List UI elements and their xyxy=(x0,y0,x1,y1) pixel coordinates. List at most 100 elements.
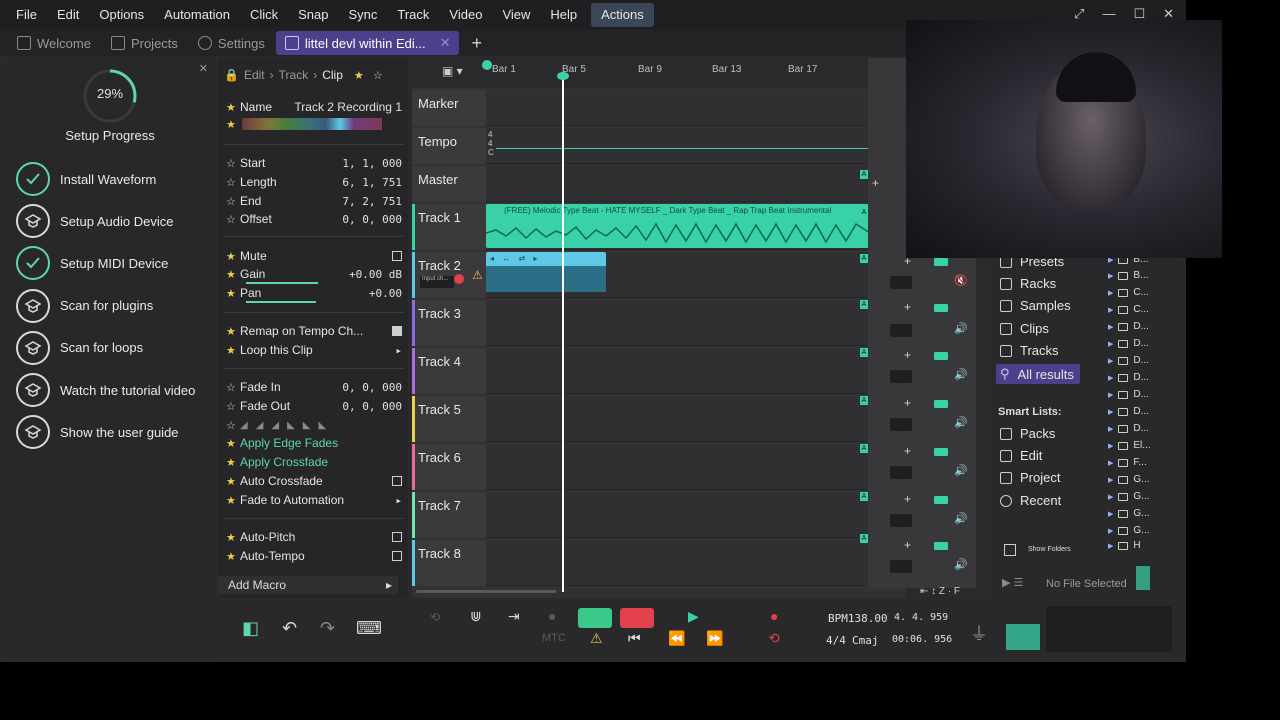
offset-value[interactable]: 0, 0, 000 xyxy=(342,213,402,226)
pan-slider[interactable] xyxy=(246,301,316,303)
track-header-5[interactable]: Track 5 xyxy=(412,396,486,442)
tab-close-icon[interactable]: ✕ xyxy=(440,35,451,51)
track-header-7[interactable]: Track 7 xyxy=(412,492,486,538)
snap-magnet-icon[interactable]: ⋓ xyxy=(470,608,482,625)
file-row[interactable]: ▶ C... xyxy=(1108,287,1149,298)
panel-toggle-icon[interactable]: ◧ xyxy=(242,618,259,639)
automation-a-icon[interactable]: A xyxy=(860,170,868,179)
mtc-label[interactable]: MTC xyxy=(542,632,566,644)
expand-icon[interactable]: ▶ xyxy=(1108,357,1113,365)
fadeout-row[interactable]: ☆ Fade Out 0, 0, 000 xyxy=(226,397,402,415)
plus-icon[interactable]: + xyxy=(904,492,911,506)
automation-a-icon[interactable]: A xyxy=(860,348,868,357)
undo-icon[interactable]: ↶ xyxy=(282,618,297,639)
star-icon[interactable]: ★ xyxy=(226,475,240,488)
plus-icon[interactable]: + xyxy=(872,176,879,190)
loop-row[interactable]: ★ Loop this Clip ▸ xyxy=(226,341,402,359)
lane-track-7[interactable] xyxy=(486,492,880,538)
star-icon[interactable]: ★ xyxy=(226,437,240,450)
expand-icon[interactable]: ▶ xyxy=(1108,289,1113,297)
skip-start-icon[interactable]: ⏮ xyxy=(628,630,641,647)
expand-icon[interactable]: ▶ xyxy=(1108,493,1113,501)
lane-track-4[interactable] xyxy=(486,348,880,394)
star-outline-icon[interactable]: ☆ xyxy=(226,157,240,170)
file-row[interactable]: ▶ D... xyxy=(1108,321,1149,332)
show-folders-checkbox[interactable] xyxy=(1004,544,1016,556)
menu-view[interactable]: View xyxy=(492,0,540,30)
volume-fader[interactable] xyxy=(934,496,948,504)
ruler-menu-icon[interactable]: ▣ ▾ xyxy=(442,64,463,78)
start-value[interactable]: 1, 1, 000 xyxy=(342,157,402,170)
fast-forward-icon[interactable]: ⏩ xyxy=(706,630,723,647)
tab-welcome[interactable]: Welcome xyxy=(8,31,100,55)
mute-speaker-icon[interactable]: 🔇 xyxy=(954,274,968,287)
tab-settings[interactable]: Settings xyxy=(189,31,274,55)
setup-close-icon[interactable]: ✕ xyxy=(199,62,208,75)
setup-item-scan-loops[interactable]: Scan for loops xyxy=(16,327,195,369)
file-row[interactable]: ▶ C... xyxy=(1108,304,1149,315)
length-row[interactable]: ☆ Length 6, 1, 751 xyxy=(226,173,402,191)
loop-icon[interactable]: ⟲ xyxy=(430,610,440,624)
mute-row[interactable]: ★ Mute xyxy=(226,247,402,265)
zoom-controls-icon[interactable]: ⇤ ↕ Z · F xyxy=(920,586,960,597)
star-outline-icon[interactable]: ☆ xyxy=(226,400,240,413)
plus-icon[interactable]: + xyxy=(904,538,911,552)
track-mini-button[interactable] xyxy=(890,370,912,383)
speaker-icon[interactable]: 🔊 xyxy=(954,368,968,381)
file-row[interactable]: ▶ D... xyxy=(1108,423,1149,434)
file-row[interactable]: ▶ D... xyxy=(1108,355,1149,366)
expand-icon[interactable]: ▶ xyxy=(1108,459,1113,467)
speaker-icon[interactable]: 🔊 xyxy=(954,464,968,477)
record-arm-button[interactable] xyxy=(454,274,464,284)
fade-shapes-row[interactable]: ☆ ◢◢◢◣◣◣ xyxy=(226,416,402,434)
loop-start-marker[interactable] xyxy=(482,60,492,70)
browser-tracks[interactable]: Tracks xyxy=(1000,343,1059,358)
playhead[interactable] xyxy=(562,72,564,592)
mute-checkbox[interactable] xyxy=(392,251,402,261)
automation-a-icon[interactable]: A xyxy=(860,254,868,263)
setup-item-midi-device[interactable]: Setup MIDI Device xyxy=(16,242,195,284)
star-icon[interactable]: ★ xyxy=(226,250,240,263)
expand-icon[interactable]: ▶ xyxy=(1108,527,1113,535)
file-row[interactable]: ▶ D... xyxy=(1108,372,1149,383)
keyboard-icon[interactable]: ⌨ xyxy=(356,618,382,639)
redo-icon[interactable]: ↷ xyxy=(320,618,335,639)
track-header-tempo[interactable]: Tempo xyxy=(412,128,486,164)
browser-all-results[interactable]: ⚲ All results xyxy=(996,364,1080,384)
fadeout-value[interactable]: 0, 0, 000 xyxy=(342,400,402,413)
expand-icon[interactable]: ▶ xyxy=(1108,442,1113,450)
star-icon[interactable]: ★ xyxy=(354,69,368,82)
rewind-icon[interactable]: ⏪ xyxy=(668,630,685,647)
track-header-master[interactable]: Master xyxy=(412,166,486,202)
tab-edit[interactable]: littel devl within Edi... ✕ xyxy=(275,31,460,55)
file-row[interactable]: ▶ D... xyxy=(1108,406,1149,417)
menu-snap[interactable]: Snap xyxy=(288,0,338,30)
menu-sync[interactable]: Sync xyxy=(338,0,387,30)
expand-icon[interactable]: ▶ xyxy=(1108,510,1113,518)
volume-fader[interactable] xyxy=(934,258,948,266)
smart-edit[interactable]: Edit xyxy=(1000,448,1042,463)
lane-master[interactable] xyxy=(486,166,880,202)
star-icon[interactable]: ★ xyxy=(226,494,240,507)
expand-icon[interactable]: ▶ xyxy=(1108,408,1113,416)
browser-samples[interactable]: Samples xyxy=(1000,298,1071,313)
timeline-area[interactable]: ▣ ▾ Bar 1 Bar 5 Bar 9 Bar 13 Bar 17 Mark… xyxy=(412,58,906,598)
auto-pitch-row[interactable]: ★ Auto-Pitch xyxy=(226,528,402,546)
clip-handles-icon[interactable]: ◂ ↔ ⇄ ▸ xyxy=(490,254,540,263)
plus-icon[interactable]: + xyxy=(904,300,911,314)
plus-icon[interactable]: + xyxy=(904,396,911,410)
tab-projects[interactable]: Projects xyxy=(102,31,187,55)
file-row[interactable]: ▶ F... xyxy=(1108,457,1147,468)
volume-fader[interactable] xyxy=(934,448,948,456)
crumb-clip[interactable]: Clip xyxy=(322,68,343,82)
warning-icon[interactable]: ⚠ xyxy=(590,630,603,647)
offset-row[interactable]: ☆ Offset 0, 0, 000 xyxy=(226,210,402,228)
track-header-6[interactable]: Track 6 xyxy=(412,444,486,490)
file-row[interactable]: ▶ D... xyxy=(1108,338,1149,349)
gain-row[interactable]: ★ Gain +0.00 dB xyxy=(226,265,402,283)
crumb-track[interactable]: Track xyxy=(279,68,309,82)
fadein-value[interactable]: 0, 0, 000 xyxy=(342,381,402,394)
lane-tempo[interactable]: 44C xyxy=(486,128,880,164)
apply-edge-row[interactable]: ★ Apply Edge Fades xyxy=(226,434,402,452)
expand-icon[interactable]: ▶ xyxy=(1108,391,1113,399)
